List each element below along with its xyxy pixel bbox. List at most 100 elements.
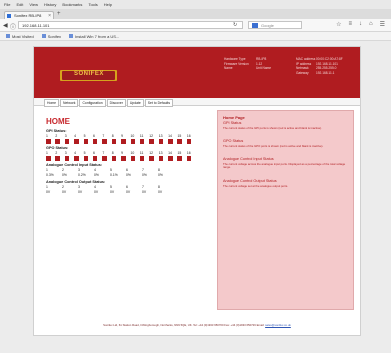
search-input[interactable]: Google	[248, 21, 302, 29]
status-indicator	[158, 156, 164, 161]
info-value: Unit Name	[256, 66, 272, 71]
help-item-desc: The current status of the GPI ports is s…	[223, 126, 322, 130]
port-number: 10	[130, 151, 135, 155]
help-item-title: Analogue Control Output Status	[223, 179, 277, 183]
tab-network[interactable]: Network	[60, 99, 79, 107]
address-bar[interactable]: 192.168.11.101	[18, 21, 243, 29]
status-indicator	[186, 139, 192, 144]
channel-value: 0%	[142, 173, 147, 177]
page-tabs: Home Network Configuration Discover Upda…	[34, 98, 360, 107]
status-indicator	[64, 156, 70, 161]
tab-configuration[interactable]: Configuration	[79, 99, 106, 107]
channel-number: 5	[110, 168, 112, 172]
menu-file[interactable]: File	[4, 2, 10, 7]
menu-edit[interactable]: Edit	[16, 2, 23, 7]
channel-number: 8	[158, 168, 160, 172]
port-number: 14	[168, 134, 172, 138]
search-placeholder: Google	[261, 23, 274, 28]
footer-email-link[interactable]: sales@sonifex.co.uk	[265, 323, 291, 327]
channel-value: 0V	[142, 190, 147, 194]
gpo-numbers: 1 2 3 4 5 6 7 8 9 10 11 12 13 14 15 16	[46, 151, 196, 155]
back-icon[interactable]: ◀	[3, 22, 8, 29]
home-icon[interactable]: ⌂	[369, 21, 373, 28]
status-indicator	[130, 156, 136, 161]
analogue-output-values: 0V 0V 0V 0V 0V 0V 0V 0V	[46, 190, 174, 194]
port-number: 13	[158, 151, 163, 155]
port-number: 3	[64, 151, 67, 155]
status-indicator	[139, 139, 145, 144]
gpi-numbers: 1 2 3 4 5 6 7 8 9 10 11 12 13 14 15 16	[46, 134, 196, 138]
bookmark-install-win7[interactable]: Install Win 7 from a US...	[69, 34, 119, 39]
star-icon[interactable]: ☆	[336, 21, 341, 28]
channel-number: 7	[142, 185, 144, 189]
info-icon[interactable]: ⓘ	[10, 22, 16, 31]
port-number: 10	[130, 134, 135, 138]
channel-value: 0%	[158, 173, 163, 177]
help-item-title: Analogue Control Input Status	[223, 157, 274, 161]
info-right: MAC address 00:00:C2:00:A7:8F IP address 1…	[296, 57, 356, 75]
info-key: Name	[224, 66, 233, 71]
port-number: 1	[46, 134, 48, 138]
bookmark-most-visited[interactable]: Most Visited	[6, 34, 34, 39]
channel-value: 0%	[94, 173, 99, 177]
port-number: 9	[121, 134, 124, 138]
menu-tools[interactable]: Tools	[88, 2, 97, 7]
close-tab-icon[interactable]: ×	[48, 13, 51, 19]
status-indicator	[111, 156, 117, 161]
tab-title: Sonifex RB-IP8	[14, 13, 42, 18]
info-key: Hardware Type	[224, 57, 246, 61]
status-indicator	[130, 139, 136, 144]
channel-number: 5	[110, 185, 112, 189]
device-web-page: SONIFEX Hardware Type RB-IP8 Firmware Ver…	[33, 46, 361, 336]
menu-bookmarks[interactable]: Bookmarks	[62, 2, 82, 7]
status-indicator	[92, 139, 98, 144]
port-number: 4	[74, 151, 77, 155]
tab-set-to-defaults[interactable]: Set to Defaults	[144, 99, 174, 107]
port-number: 6	[92, 134, 95, 138]
browser-tab[interactable]: Sonifex RB-IP8 ×	[4, 11, 54, 19]
status-indicator	[121, 156, 126, 161]
tab-update[interactable]: Update	[126, 99, 144, 107]
help-item-title: GPI Status	[223, 121, 242, 125]
reload-icon[interactable]: ↻	[233, 22, 237, 28]
info-value: 00:00:C2:00:A7:8F	[316, 57, 343, 61]
port-number: 11	[139, 134, 144, 138]
new-tab-icon[interactable]: +	[57, 11, 61, 17]
port-number: 12	[149, 151, 154, 155]
port-number: 2	[55, 151, 58, 155]
analogue-input-numbers: 1 2 3 4 5 6 7 8	[46, 168, 174, 172]
download-icon[interactable]: ↓	[359, 21, 362, 28]
bookmarks-bar: Most Visited Sonifex Install Win 7 from …	[0, 32, 391, 41]
port-number: 4	[74, 134, 77, 138]
reader-icon[interactable]: ≡	[348, 21, 352, 28]
help-panel: Home Page GPI Status The current status …	[217, 110, 354, 310]
menu-view[interactable]: View	[29, 2, 38, 7]
menu-icon[interactable]: ☰	[380, 21, 385, 28]
tab-home[interactable]: Home	[44, 99, 60, 107]
status-indicator	[102, 156, 107, 161]
channel-value: 0V	[158, 190, 163, 194]
status-indicator	[83, 139, 89, 144]
menu-help[interactable]: Help	[104, 2, 112, 7]
tab-discover[interactable]: Discover	[106, 99, 126, 107]
status-indicator	[92, 156, 98, 161]
channel-number: 3	[78, 185, 80, 189]
menu-history[interactable]: History	[44, 2, 56, 7]
port-number: 7	[102, 134, 105, 138]
header-banner: SONIFEX Hardware Type RB-IP8 Firmware Ver…	[34, 47, 360, 98]
status-indicator	[64, 139, 70, 144]
status-indicator	[149, 156, 154, 161]
status-indicator	[46, 139, 51, 144]
status-indicator	[149, 139, 154, 144]
help-item-desc: The current voltage across the analogue …	[223, 162, 346, 170]
port-number: 13	[158, 134, 163, 138]
status-indicator	[102, 139, 107, 144]
info-key: Firmware Version	[224, 61, 249, 66]
channel-value: 0V	[126, 190, 131, 194]
channel-number: 3	[78, 168, 80, 172]
analogue-input-values: 0.3% 0% 0.2% 0% 0.1% 0% 0% 0%	[46, 173, 174, 177]
help-item-title: GPO Status	[223, 139, 244, 143]
bookmark-sonifex[interactable]: Sonifex	[41, 34, 61, 39]
port-number: 1	[46, 151, 48, 155]
gpo-status-label: GPO Status:	[46, 146, 69, 150]
